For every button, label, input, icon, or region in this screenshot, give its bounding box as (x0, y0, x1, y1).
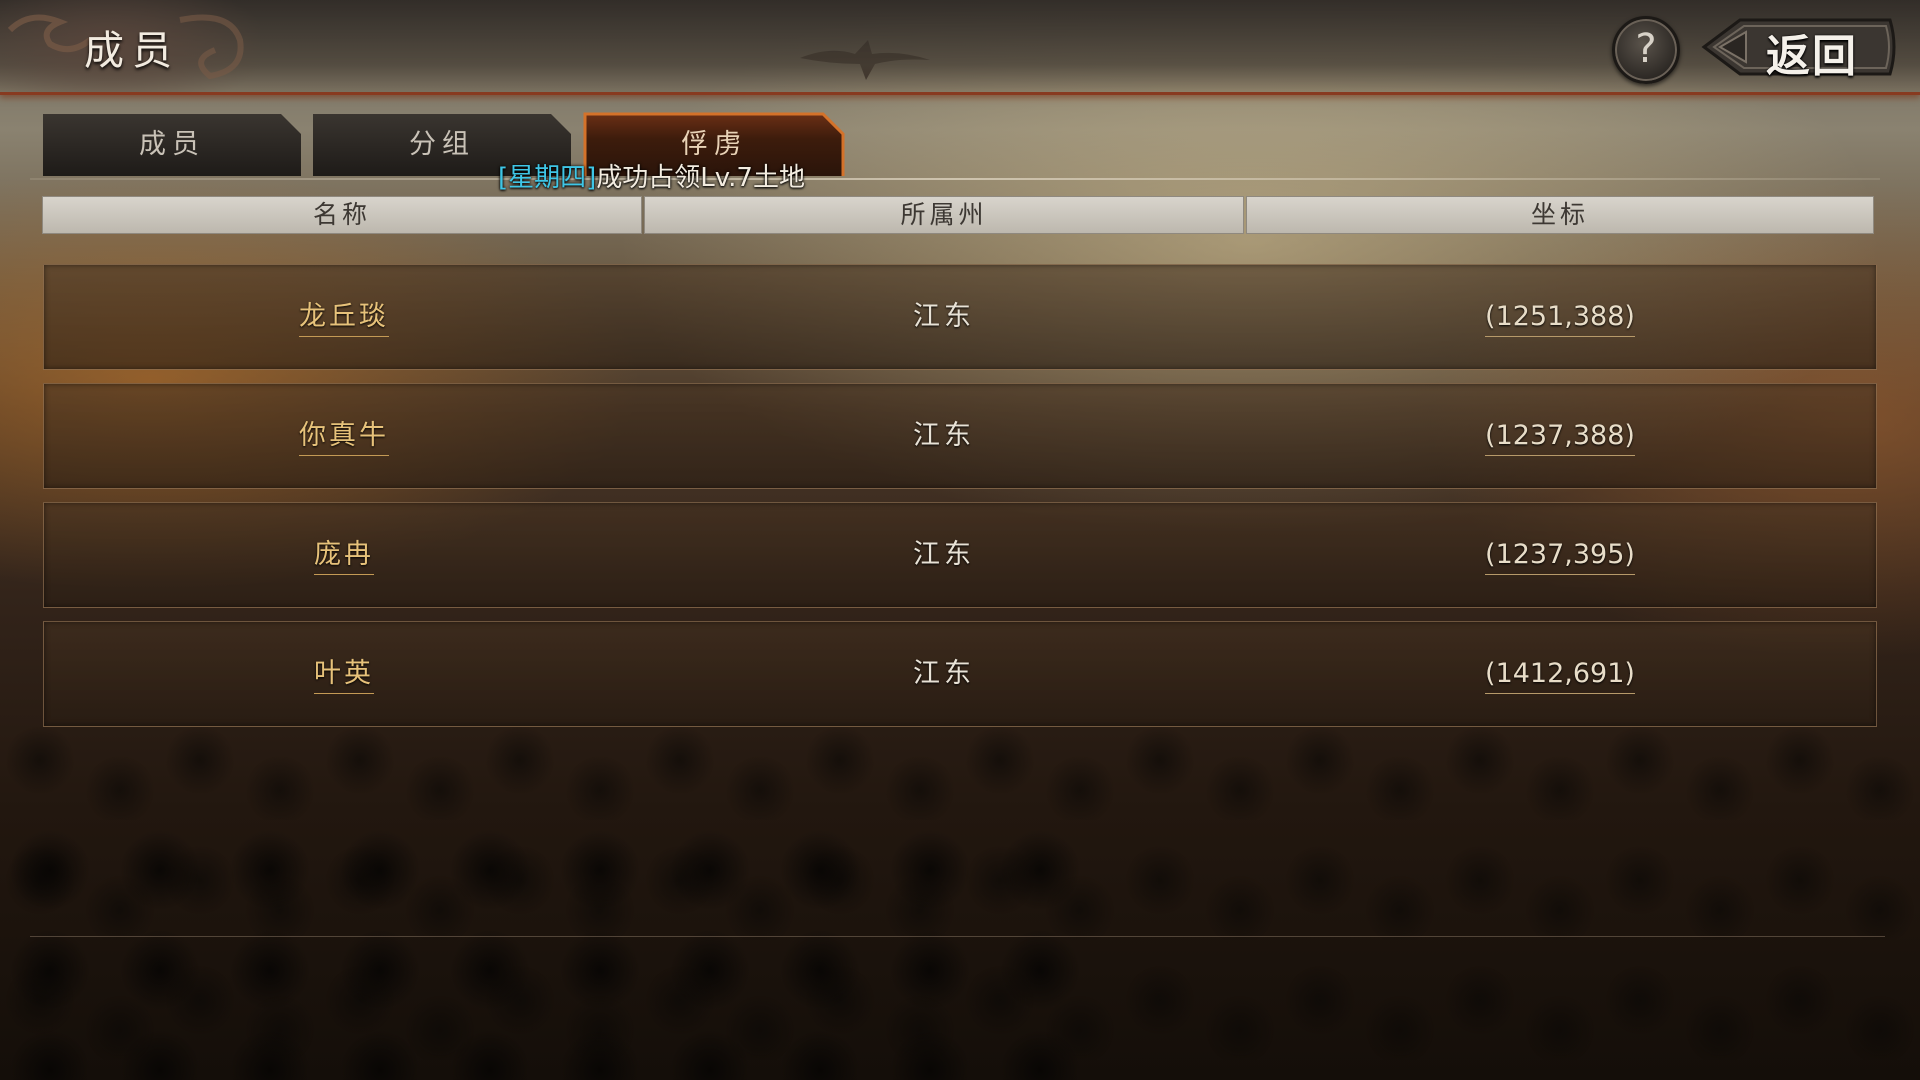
captive-name-link[interactable]: 你真牛 (299, 420, 389, 456)
game-screen: 成员 ? 返回 成员 分组 俘虏 [星期四]成功占领Lv.7土地 名称 所属州 … (0, 0, 1920, 1080)
top-bar: 成员 ? 返回 (0, 0, 1920, 95)
tab-groups-label: 分组 (409, 129, 475, 160)
column-header-coordinates[interactable]: 坐标 (1246, 196, 1874, 234)
captive-name-link[interactable]: 庞冉 (314, 539, 374, 575)
table-row: 你真牛 江东 (1237,388) (43, 383, 1877, 489)
notice-day-tag: [星期四] (498, 163, 597, 193)
background-soldiers-front (0, 820, 1100, 1080)
table-row: 叶英 江东 (1412,691) (43, 621, 1877, 727)
help-button[interactable]: ? (1612, 16, 1680, 84)
back-button[interactable]: 返回 (1700, 12, 1900, 82)
captive-state: 江东 (913, 658, 975, 689)
captive-name-link[interactable]: 龙丘琰 (299, 301, 389, 337)
event-notice: [星期四]成功占领Lv.7土地 (498, 157, 805, 194)
captive-list: 龙丘琰 江东 (1251,388) 你真牛 江东 (1237,388) 庞冉 江… (43, 264, 1877, 740)
panel-bottom-divider (30, 936, 1885, 937)
column-header-name[interactable]: 名称 (42, 196, 642, 234)
captive-state: 江东 (913, 301, 975, 332)
captive-state: 江东 (913, 420, 975, 451)
tab-members-label: 成员 (139, 129, 205, 160)
page-title: 成员 (84, 28, 180, 74)
question-icon: ? (1635, 26, 1657, 72)
table-row: 庞冉 江东 (1237,395) (43, 502, 1877, 608)
captive-name-link[interactable]: 叶英 (314, 658, 374, 694)
captive-coord-link[interactable]: (1412,691) (1485, 658, 1635, 694)
table-row: 龙丘琰 江东 (1251,388) (43, 264, 1877, 370)
captive-state: 江东 (913, 539, 975, 570)
tab-members[interactable]: 成员 (43, 114, 301, 176)
back-label: 返回 (1766, 31, 1858, 82)
captive-coord-link[interactable]: (1237,395) (1485, 539, 1635, 575)
captive-coord-link[interactable]: (1237,388) (1485, 420, 1635, 456)
notice-text: 成功占领Lv.7土地 (596, 163, 805, 193)
panel-divider (30, 178, 1880, 180)
column-header-state[interactable]: 所属州 (644, 196, 1244, 234)
captive-coord-link[interactable]: (1251,388) (1485, 301, 1635, 337)
table-header: 名称 所属州 坐标 (42, 196, 1876, 234)
